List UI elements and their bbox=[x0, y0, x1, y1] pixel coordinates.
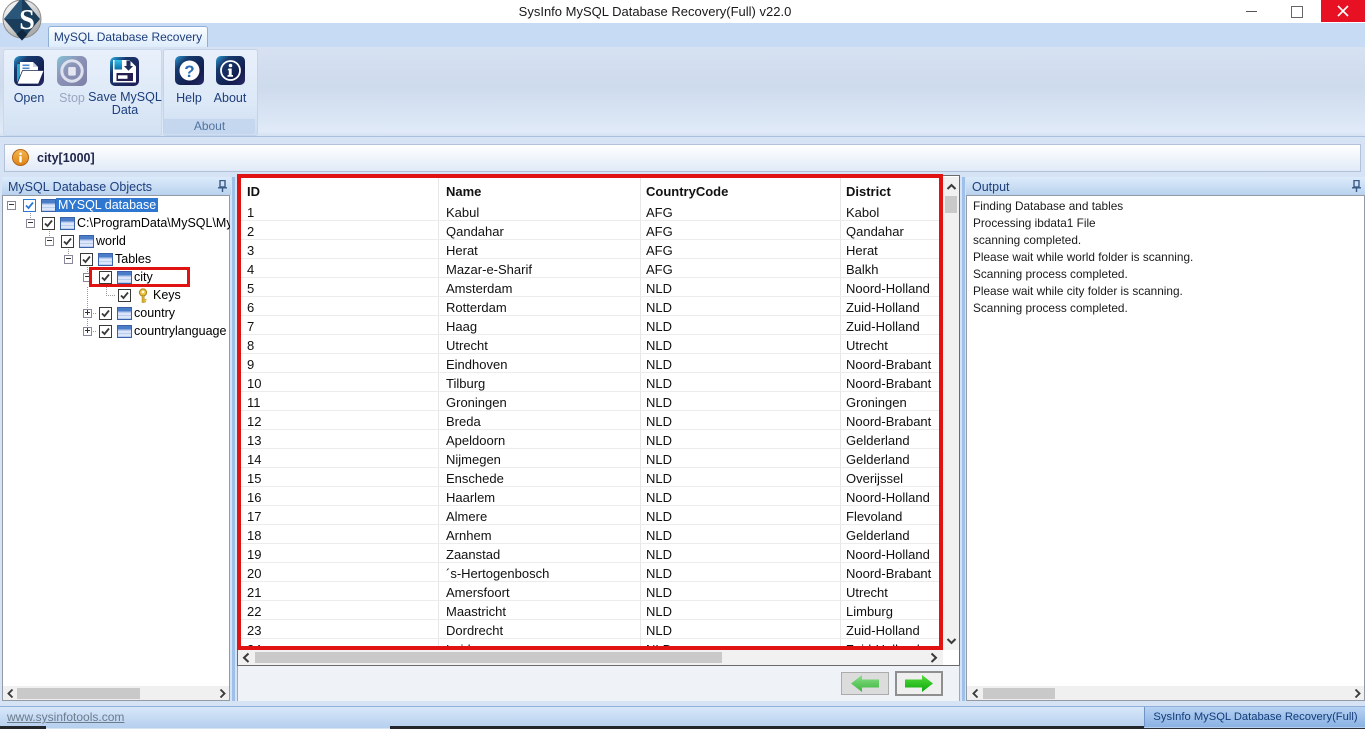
svg-text:S: S bbox=[19, 5, 35, 36]
svg-text:?: ? bbox=[184, 62, 194, 81]
